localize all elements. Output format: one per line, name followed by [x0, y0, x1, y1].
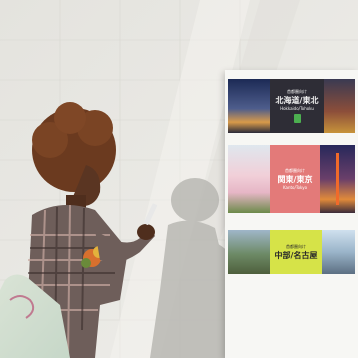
cherry-blossom-photo [228, 145, 270, 213]
poster-label-chubu: 首都圏向け 中部/名古屋 [270, 230, 322, 274]
poster-title: 北海道/東北 [275, 96, 319, 105]
poster-chubu: 首都圏向け 中部/名古屋 [228, 230, 355, 274]
poster-label-kanto: 首都圏向け 関東/東京 Kanto/Tokyo [270, 145, 320, 213]
night-city-photo [228, 79, 270, 133]
poster-hokkaido: 首都圏向け 北海道/東北 Hokkaido/Tohoku [228, 79, 355, 133]
photo-scene: 首都圏向け 北海道/東北 Hokkaido/Tohoku 首都圏向け 関東/東京… [0, 0, 358, 358]
poster-kanto: 首都圏向け 関東/東京 Kanto/Tokyo [228, 145, 355, 213]
poster-label-hokkaido: 首都圏向け 北海道/東北 Hokkaido/Tohoku [270, 79, 324, 133]
city-skyline-photo [322, 230, 355, 274]
tokyo-tower-photo [320, 145, 355, 213]
green-badge-icon [293, 114, 301, 123]
tower-icon [336, 153, 339, 205]
festival-photo [324, 79, 355, 133]
poster-romaji: Hokkaido/Tohoku [280, 106, 314, 111]
poster-romaji: Kanto/Tokyo [282, 184, 308, 190]
poster-panel: 首都圏向け 北海道/東北 Hokkaido/Tohoku 首都圏向け 関東/東京… [225, 70, 358, 358]
poster-title: 関東/東京 [277, 174, 313, 184]
mountain-village-photo [228, 230, 270, 274]
poster-title: 中部/名古屋 [274, 250, 318, 260]
